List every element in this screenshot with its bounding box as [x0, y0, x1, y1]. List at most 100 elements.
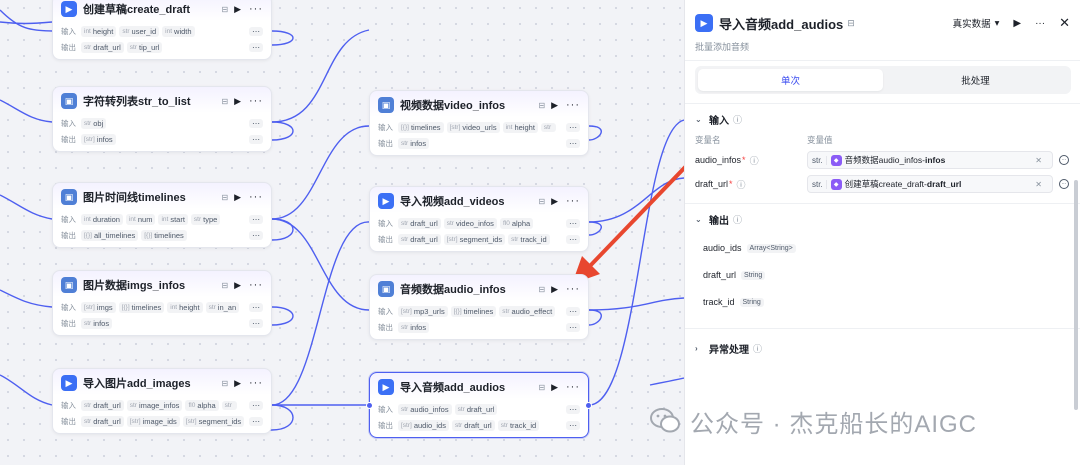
row-more-icon[interactable]: ⋯ [566, 420, 580, 430]
more-icon[interactable]: ··· [566, 99, 580, 111]
row-more-icon[interactable]: ⋯ [566, 306, 580, 316]
workflow-canvas[interactable]: ▶ 创建草稿create_draft ⊟ ▶ ··· 输入 int height… [0, 0, 684, 465]
row-more-icon[interactable]: ⋯ [566, 218, 580, 228]
var-type: str. [812, 179, 827, 189]
row-more-icon[interactable]: ⋯ [249, 26, 263, 36]
info-icon[interactable]: ⓘ [737, 178, 746, 191]
more-icon[interactable]: ··· [1035, 18, 1045, 29]
more-icon[interactable]: ··· [249, 3, 263, 15]
run-icon[interactable]: ▶ [234, 280, 241, 291]
var-option-icon[interactable]: ⋯ [1059, 179, 1069, 189]
more-icon[interactable]: ··· [566, 381, 580, 393]
info-icon[interactable]: ⓘ [753, 342, 762, 355]
scrollbar[interactable] [1074, 180, 1078, 410]
workflow-node[interactable]: ▶ 导入视频add_videos ⊟ ▶ ··· 输入 str draft_ur… [369, 186, 589, 252]
edge[interactable] [0, 289, 53, 308]
edge[interactable] [271, 306, 294, 326]
clear-icon[interactable]: ✕ [1035, 180, 1042, 189]
row-more-icon[interactable]: ⋯ [249, 230, 263, 240]
workflow-node[interactable]: ▶ 导入音频add_audios ⊟ ▶ ··· 输入 str audio_in… [366, 372, 592, 438]
input-port[interactable] [366, 402, 373, 409]
workflow-node[interactable]: ▣ 图片数据imgs_infos ⊟ ▶ ··· 输入 [str] imgs [… [52, 270, 272, 336]
row-more-icon[interactable]: ⋯ [566, 122, 580, 132]
run-icon[interactable]: ▶ [234, 378, 241, 389]
param-chip: int width [162, 25, 195, 37]
tab-single[interactable]: 单次 [698, 69, 883, 91]
row-more-icon[interactable]: ⋯ [566, 138, 580, 148]
node-outputs-row: 输出 [str] audio_ids str draft_url str tra… [370, 417, 588, 433]
run-icon[interactable]: ▶ [234, 4, 241, 15]
workflow-node[interactable]: ▣ 视频数据video_infos ⊟ ▶ ··· 输入 [{}] timeli… [369, 90, 589, 156]
more-icon[interactable]: ··· [249, 377, 263, 389]
ref-node-name: 创建草稿create_draft [844, 179, 925, 189]
more-icon[interactable]: ··· [566, 283, 580, 295]
workflow-node[interactable]: ▣ 字符转列表str_to_list ⊟ ▶ ··· 输入 str obj ⋯ 输… [52, 86, 272, 152]
edge[interactable] [588, 119, 684, 406]
output-section-header[interactable]: ⌄ 输出 ⓘ [695, 212, 742, 227]
edge[interactable] [0, 9, 53, 32]
exception-section-header[interactable]: › 异常处理 ⓘ [695, 341, 762, 356]
param-name: draft_url [410, 218, 438, 228]
tab-batch[interactable]: 批处理 [883, 69, 1068, 91]
row-more-icon[interactable]: ⋯ [249, 416, 263, 426]
edge[interactable] [588, 297, 684, 311]
panel-title[interactable]: 导入音频add_audios [719, 14, 843, 33]
edge[interactable] [0, 374, 53, 406]
run-icon[interactable]: ▶ [551, 382, 558, 393]
input-section-header[interactable]: ⌄ 输入 ⓘ [695, 112, 742, 127]
run-icon[interactable]: ▶ [1013, 18, 1021, 29]
info-icon[interactable]: ⓘ [750, 154, 759, 167]
close-icon[interactable]: ✕ [1059, 15, 1070, 31]
node-inputs-row: 输入 int height str user_id int width ⋯ [53, 23, 271, 39]
row-more-icon[interactable]: ⋯ [566, 404, 580, 414]
edge[interactable] [271, 218, 370, 311]
workflow-node[interactable]: ▣ 音频数据audio_infos ⊟ ▶ ··· 输入 [str] mp3_u… [369, 274, 589, 340]
var-value-field[interactable]: str. ◆ 创建草稿create_draft - draft_url ✕ [807, 175, 1053, 193]
more-icon[interactable]: ··· [249, 191, 263, 203]
edge[interactable] [0, 99, 53, 123]
param-name: in_an [217, 302, 237, 312]
param-type: fl0 [188, 401, 196, 409]
node-title: 导入视频add_videos [400, 196, 505, 208]
edge[interactable] [271, 221, 370, 406]
row-more-icon[interactable]: ⋯ [249, 214, 263, 224]
edge[interactable] [588, 309, 602, 326]
run-icon[interactable]: ▶ [234, 96, 241, 107]
row-more-icon[interactable]: ⋯ [249, 42, 263, 52]
row-more-icon[interactable]: ⋯ [249, 118, 263, 128]
output-port[interactable] [585, 402, 592, 409]
data-mode-select[interactable]: 真实数据 ▾ [953, 16, 1000, 31]
param-type: str [401, 139, 409, 147]
more-icon[interactable]: ··· [249, 95, 263, 107]
run-icon[interactable]: ▶ [234, 192, 241, 203]
param-name: draft_url [410, 234, 438, 244]
more-icon[interactable]: ··· [566, 195, 580, 207]
row-more-icon[interactable]: ⋯ [249, 302, 263, 312]
param-name: obj [93, 118, 104, 128]
edge[interactable] [588, 221, 602, 236]
edge[interactable] [0, 21, 53, 25]
row-more-icon[interactable]: ⋯ [249, 400, 263, 410]
run-icon[interactable]: ▶ [551, 196, 558, 207]
edge[interactable] [271, 125, 370, 220]
node-outputs-row: 输出 [str] infos ⋯ [53, 131, 271, 147]
edge[interactable] [0, 194, 53, 220]
var-value-field[interactable]: str. ◆ 音频数据audio_infos - infos ✕ [807, 151, 1053, 169]
info-icon[interactable]: ⓘ [733, 113, 742, 126]
row-more-icon[interactable]: ⋯ [566, 322, 580, 332]
run-icon[interactable]: ▶ [551, 284, 558, 295]
edge[interactable] [649, 377, 684, 386]
input-section-title: 输入 [709, 116, 729, 127]
clear-icon[interactable]: ✕ [1035, 156, 1042, 165]
run-icon[interactable]: ▶ [551, 100, 558, 111]
info-icon[interactable]: ⓘ [733, 213, 742, 226]
var-option-icon[interactable]: ⋯ [1059, 155, 1069, 165]
row-more-icon[interactable]: ⋯ [249, 318, 263, 328]
workflow-node[interactable]: ▶ 创建草稿create_draft ⊟ ▶ ··· 输入 int height… [52, 0, 272, 60]
more-icon[interactable]: ··· [249, 279, 263, 291]
workflow-node[interactable]: ▶ 导入图片add_images ⊟ ▶ ··· 输入 str draft_ur… [52, 368, 272, 434]
param-name: draft_url [466, 404, 495, 414]
row-more-icon[interactable]: ⋯ [566, 234, 580, 244]
row-more-icon[interactable]: ⋯ [249, 134, 263, 144]
workflow-node[interactable]: ▣ 图片时间线timelines ⊟ ▶ ··· 输入 int duration… [52, 182, 272, 248]
